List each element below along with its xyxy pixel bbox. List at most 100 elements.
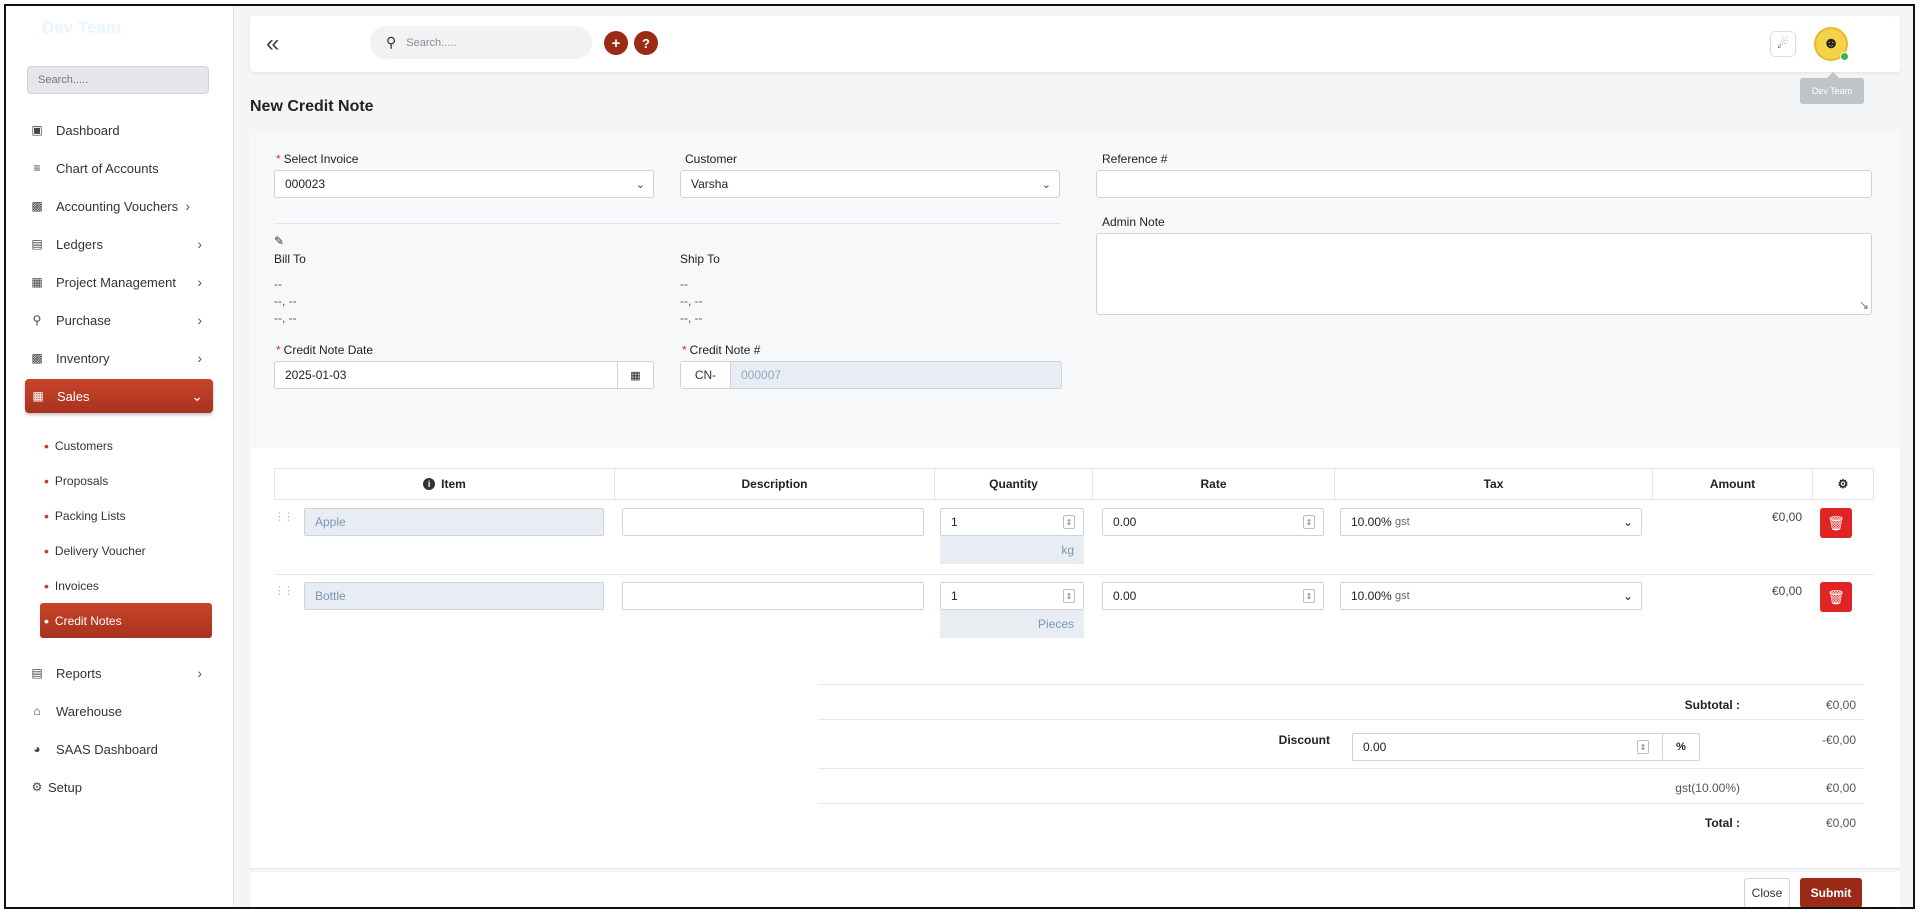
- sidebar-subitem-customers[interactable]: • Customers: [44, 432, 113, 460]
- tax-summary-label: gst(10.00%): [1675, 781, 1740, 795]
- select-invoice-dropdown[interactable]: 000023 ⌄: [274, 170, 654, 198]
- sidebar-item-inventory[interactable]: ▩ Inventory ›: [28, 343, 212, 373]
- collapse-sidebar-icon[interactable]: «: [266, 30, 279, 58]
- sidebar-item-setup[interactable]: ⚙ Setup: [28, 772, 212, 802]
- sidebar-item-label: Accounting Vouchers: [56, 198, 179, 214]
- header-item: i Item: [275, 469, 615, 499]
- chevron-down-icon: ⌄: [635, 178, 645, 191]
- submit-button[interactable]: Submit: [1800, 878, 1862, 907]
- page-title: New Credit Note: [250, 98, 374, 115]
- drag-handle-icon[interactable]: ⋮⋮: [274, 510, 294, 523]
- credit-note-number-input[interactable]: CN- 000007: [680, 361, 1062, 389]
- calendar-icon[interactable]: ▦: [617, 362, 653, 388]
- chevron-right-icon: ›: [197, 312, 202, 328]
- discount-value: -€0,00: [1821, 733, 1856, 747]
- reference-label: Reference #: [1102, 152, 1168, 166]
- tax-select[interactable]: 10.00% gst ⌄: [1340, 508, 1642, 536]
- sidebar-item-label: Reports: [56, 665, 102, 681]
- sidebar-item-warehouse[interactable]: ⌂ Warehouse: [28, 696, 212, 726]
- chevron-right-icon: ›: [197, 236, 202, 252]
- sidebar-subitem-invoices[interactable]: • Invoices: [44, 572, 99, 600]
- reference-input[interactable]: [1096, 170, 1872, 198]
- quick-add-button[interactable]: +: [604, 31, 628, 55]
- header-tax: Tax: [1335, 469, 1653, 499]
- sidebar-item-chart-of-accounts[interactable]: ≡ Chart of Accounts: [28, 153, 212, 183]
- sidebar-item-label: Project Management: [56, 274, 176, 290]
- delete-row-button[interactable]: 🗑: [1820, 508, 1852, 538]
- chevron-down-icon: ⌄: [1622, 589, 1633, 603]
- home-icon: ⌂: [33, 704, 41, 718]
- sidebar-item-sales[interactable]: ▦ Sales ⌄: [25, 379, 213, 413]
- totals-divider: [818, 768, 1864, 769]
- edit-icon[interactable]: ✎: [274, 234, 284, 248]
- total-label: Total :: [1704, 816, 1740, 830]
- sidebar-subitem-packing-lists[interactable]: • Packing Lists: [44, 502, 126, 530]
- boxes-icon: ▩: [31, 351, 43, 365]
- sidebar-item-saas-dashboard[interactable]: ◕ SAAS Dashboard: [28, 734, 212, 764]
- sidebar-subitem-credit-notes[interactable]: • Credit Notes: [40, 603, 212, 638]
- online-status-dot: [1840, 52, 1849, 61]
- rate-input[interactable]: 0.00 ⇕: [1102, 508, 1324, 536]
- sidebar-item-accounting-vouchers[interactable]: ▩ Accounting Vouchers ›: [28, 191, 212, 221]
- sidebar-item-purchase[interactable]: ⚲ Purchase ›: [28, 305, 212, 335]
- stepper-icon[interactable]: ⇕: [1303, 589, 1315, 603]
- sidebar: Dev Team ▣ Dashboard ≡ Chart of Accounts…: [6, 6, 234, 907]
- top-search-input[interactable]: ⚲ Search.....: [370, 26, 592, 59]
- reports-icon: ▤: [31, 666, 43, 680]
- gauge-icon: ◕: [33, 742, 41, 756]
- admin-note-textarea[interactable]: ↘: [1096, 233, 1872, 315]
- sidebar-item-label: SAAS Dashboard: [56, 741, 158, 757]
- drag-handle-icon[interactable]: ⋮⋮: [274, 584, 294, 597]
- header-quantity: Quantity: [935, 469, 1093, 499]
- table-settings-icon[interactable]: ⚙: [1813, 469, 1873, 499]
- sidebar-item-dashboard[interactable]: ▣ Dashboard: [28, 115, 212, 145]
- help-button[interactable]: ?: [634, 31, 658, 55]
- unit-label: Pieces: [940, 610, 1084, 638]
- delete-row-button[interactable]: 🗑: [1820, 582, 1852, 612]
- bill-to-address: -- --, -- --, --: [274, 277, 297, 325]
- item-name-input[interactable]: Apple: [304, 508, 604, 536]
- line-amount: €0,00: [1772, 584, 1803, 598]
- ship-to-label: Ship To: [680, 252, 720, 266]
- stepper-icon[interactable]: ⇕: [1303, 515, 1315, 529]
- cart-icon: ⚲: [32, 313, 42, 327]
- chevron-right-icon: ›: [185, 198, 190, 214]
- totals-divider: [818, 719, 1864, 720]
- item-name-input[interactable]: Bottle: [304, 582, 604, 610]
- discount-type-toggle[interactable]: %: [1662, 733, 1700, 761]
- form-footer: [250, 872, 1900, 907]
- brand-logo: Dev Team: [42, 18, 122, 37]
- customer-dropdown[interactable]: Varsha ⌄: [680, 170, 1060, 198]
- customer-label: Customer: [685, 152, 738, 166]
- discount-input[interactable]: 0.00 ⇕: [1352, 733, 1664, 761]
- sidebar-subitem-delivery-voucher[interactable]: • Delivery Voucher: [44, 537, 146, 565]
- stepper-icon[interactable]: ⇕: [1063, 589, 1075, 603]
- bill-to-label: Bill To: [274, 252, 306, 266]
- stepper-icon[interactable]: ⇕: [1063, 515, 1075, 529]
- resize-grip-icon[interactable]: ↘: [1859, 298, 1869, 312]
- tax-select[interactable]: 10.00% gst ⌄: [1340, 582, 1642, 610]
- close-button[interactable]: Close: [1744, 878, 1790, 907]
- credit-note-date-input[interactable]: 2025-01-03 ▦: [274, 361, 654, 389]
- stepper-icon[interactable]: ⇕: [1637, 740, 1649, 754]
- sidebar-item-ledgers[interactable]: ▤ Ledgers ›: [28, 229, 212, 259]
- quantity-input[interactable]: 1 ⇕: [940, 582, 1084, 610]
- sidebar-item-label: Purchase: [56, 312, 111, 328]
- voucher-icon: ▩: [31, 199, 43, 213]
- unit-label: kg: [940, 536, 1084, 564]
- sidebar-search-input[interactable]: [27, 66, 209, 94]
- rate-input[interactable]: 0.00 ⇕: [1102, 582, 1324, 610]
- header-amount: Amount: [1653, 469, 1813, 499]
- sidebar-subitem-proposals[interactable]: • Proposals: [44, 467, 108, 495]
- sidebar-item-reports[interactable]: ▤ Reports ›: [28, 658, 212, 688]
- notification-bell-icon[interactable]: ☄: [1770, 31, 1796, 57]
- description-input[interactable]: [622, 508, 924, 536]
- sidebar-item-project-management[interactable]: ▦ Project Management ›: [28, 267, 212, 297]
- description-input[interactable]: [622, 582, 924, 610]
- quantity-input[interactable]: 1 ⇕: [940, 508, 1084, 536]
- items-section: i Item Description Quantity Rate Tax Amou…: [250, 448, 1900, 869]
- header-rate: Rate: [1093, 469, 1335, 499]
- top-bar: « ⚲ Search..... + ? ☄ ☻: [250, 16, 1900, 72]
- cogs-icon: ⚙: [31, 780, 43, 794]
- chevron-right-icon: ›: [197, 274, 202, 290]
